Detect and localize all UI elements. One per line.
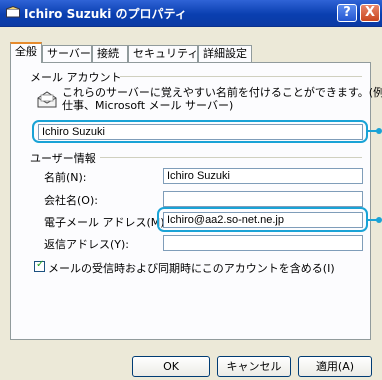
account-description: これらのサーバーに覚えやすい名前を付けることができます。(例: 仕事、Micro… (62, 86, 382, 112)
mail-account-divider (120, 76, 362, 77)
account-callout-dot (376, 128, 382, 134)
include-account-checkbox[interactable]: ✓ (34, 259, 45, 272)
help-button[interactable]: ? (337, 4, 357, 22)
cancel-button[interactable]: キャンセル (217, 356, 291, 377)
reply-address-input[interactable] (163, 235, 363, 251)
email-label: 電子メール アドレス(M): (44, 216, 169, 229)
description-line-1: これらのサーバーに覚えやすい名前を付けることができます。(例: (62, 86, 382, 99)
name-input[interactable]: Ichiro Suzuki (163, 168, 363, 184)
tab-security[interactable]: セキュリティ (128, 45, 198, 62)
mail-account-group-label: メール アカウント (30, 71, 122, 84)
reply-address-label: 返信アドレス(Y): (44, 238, 130, 251)
include-account-label[interactable]: メールの受信時および同期時にこのアカウントを含める(I) (48, 260, 335, 276)
company-input[interactable] (163, 191, 363, 207)
ok-button[interactable]: OK (132, 356, 210, 377)
checkmark-icon: ✓ (36, 259, 45, 270)
user-info-group-label: ユーザー情報 (30, 152, 96, 165)
company-label: 会社名(O): (44, 194, 98, 207)
properties-dialog: Ichiro Suzuki のプロパティ ? X 全般 サーバー 接続 セキュリ… (0, 0, 382, 380)
tab-general[interactable]: 全般 (10, 42, 42, 63)
apply-button[interactable]: 適用(A) (298, 356, 372, 377)
window-title: Ichiro Suzuki のプロパティ (24, 7, 187, 21)
name-label: 名前(N): (44, 171, 87, 184)
email-input[interactable]: Ichiro@aa2.so-net.ne.jp (163, 212, 363, 228)
mail-account-icon (6, 6, 20, 18)
tab-connection[interactable]: 接続 (92, 45, 128, 62)
tab-servers[interactable]: サーバー (42, 45, 92, 62)
title-bar[interactable]: Ichiro Suzuki のプロパティ ? X (0, 0, 382, 27)
account-name-input[interactable]: Ichiro Suzuki (38, 124, 363, 140)
tab-advanced[interactable]: 詳細設定 (198, 45, 252, 62)
user-info-divider (100, 157, 362, 158)
envelope-icon (37, 91, 57, 108)
email-callout-dot (376, 217, 382, 223)
close-button[interactable]: X (360, 4, 380, 22)
description-line-2: 仕事、Microsoft メール サーバー) (62, 99, 234, 112)
